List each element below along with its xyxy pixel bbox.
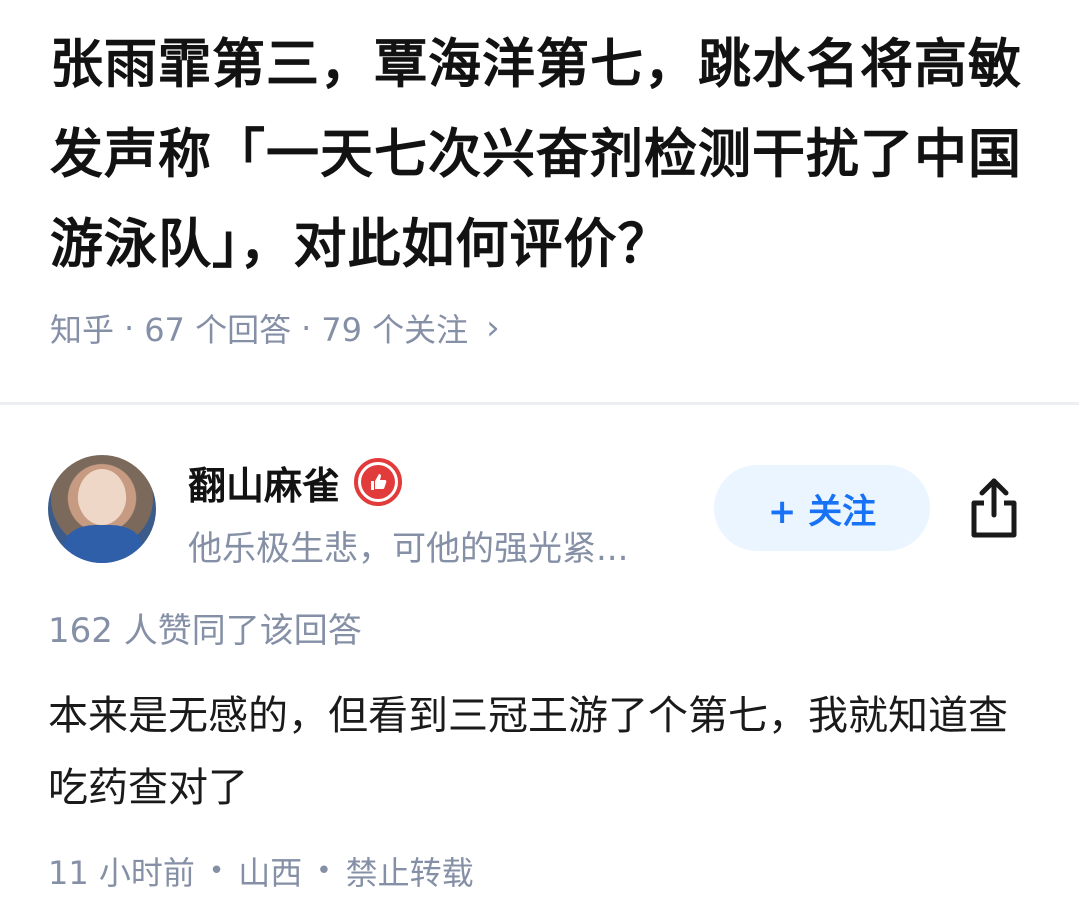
author-row: 翻山麻雀 他乐极生悲，可他的强光紧... + 关注 xyxy=(48,455,1038,569)
meta-separator: · xyxy=(124,309,135,347)
follower-count: 79 个关注 xyxy=(321,311,469,349)
meta-dot: • xyxy=(208,856,225,886)
answer-time: 11 小时前 xyxy=(48,854,195,892)
question-title[interactable]: 张雨霏第三，覃海洋第七，跳水名将高敏发声称「一天七次兴奋剂检测干扰了中国游泳队」… xyxy=(50,20,1040,290)
vote-count: 162 人赞同了该回答 xyxy=(48,611,362,651)
meta-dot: • xyxy=(316,856,332,886)
avatar-face xyxy=(78,469,126,525)
author-name-row[interactable]: 翻山麻雀 xyxy=(188,455,403,510)
repost-policy: 禁止转载 xyxy=(345,854,474,892)
author-bio: 他乐极生悲，可他的强光紧... xyxy=(188,529,629,569)
chevron-right-icon[interactable]: › xyxy=(486,308,500,348)
question-meta[interactable]: 知乎 · 67 个回答 · 79 个关注 › xyxy=(50,306,1040,350)
question-header[interactable]: 张雨霏第三，覃海洋第七，跳水名将高敏发声称「一天七次兴奋剂检测干扰了中国游泳队」… xyxy=(50,20,1040,350)
zhihu-answer-page: 张雨霏第三，覃海洋第七，跳水名将高敏发声称「一天七次兴奋剂检测干扰了中国游泳队」… xyxy=(0,0,1079,920)
follow-button[interactable]: + 关注 xyxy=(714,465,930,551)
answer-location: 山西 xyxy=(238,854,303,892)
source-label: 知乎 xyxy=(50,311,115,349)
answer-count: 67 个回答 xyxy=(144,311,292,349)
thumbs-up-badge-icon xyxy=(354,458,403,506)
meta-separator: · xyxy=(301,309,312,347)
answer-content[interactable]: 本来是无感的，但看到三冠王游了个第七，我就知道查吃药查对了 xyxy=(48,680,1038,824)
author-name[interactable]: 翻山麻雀 xyxy=(188,455,340,510)
share-icon[interactable] xyxy=(964,475,1024,541)
section-divider xyxy=(0,402,1079,405)
avatar-shirt xyxy=(64,525,142,563)
thumbs-up-icon xyxy=(361,465,396,499)
answer-meta: 11 小时前 • 山西 • 禁止转载 xyxy=(48,848,474,894)
avatar[interactable] xyxy=(48,455,156,563)
